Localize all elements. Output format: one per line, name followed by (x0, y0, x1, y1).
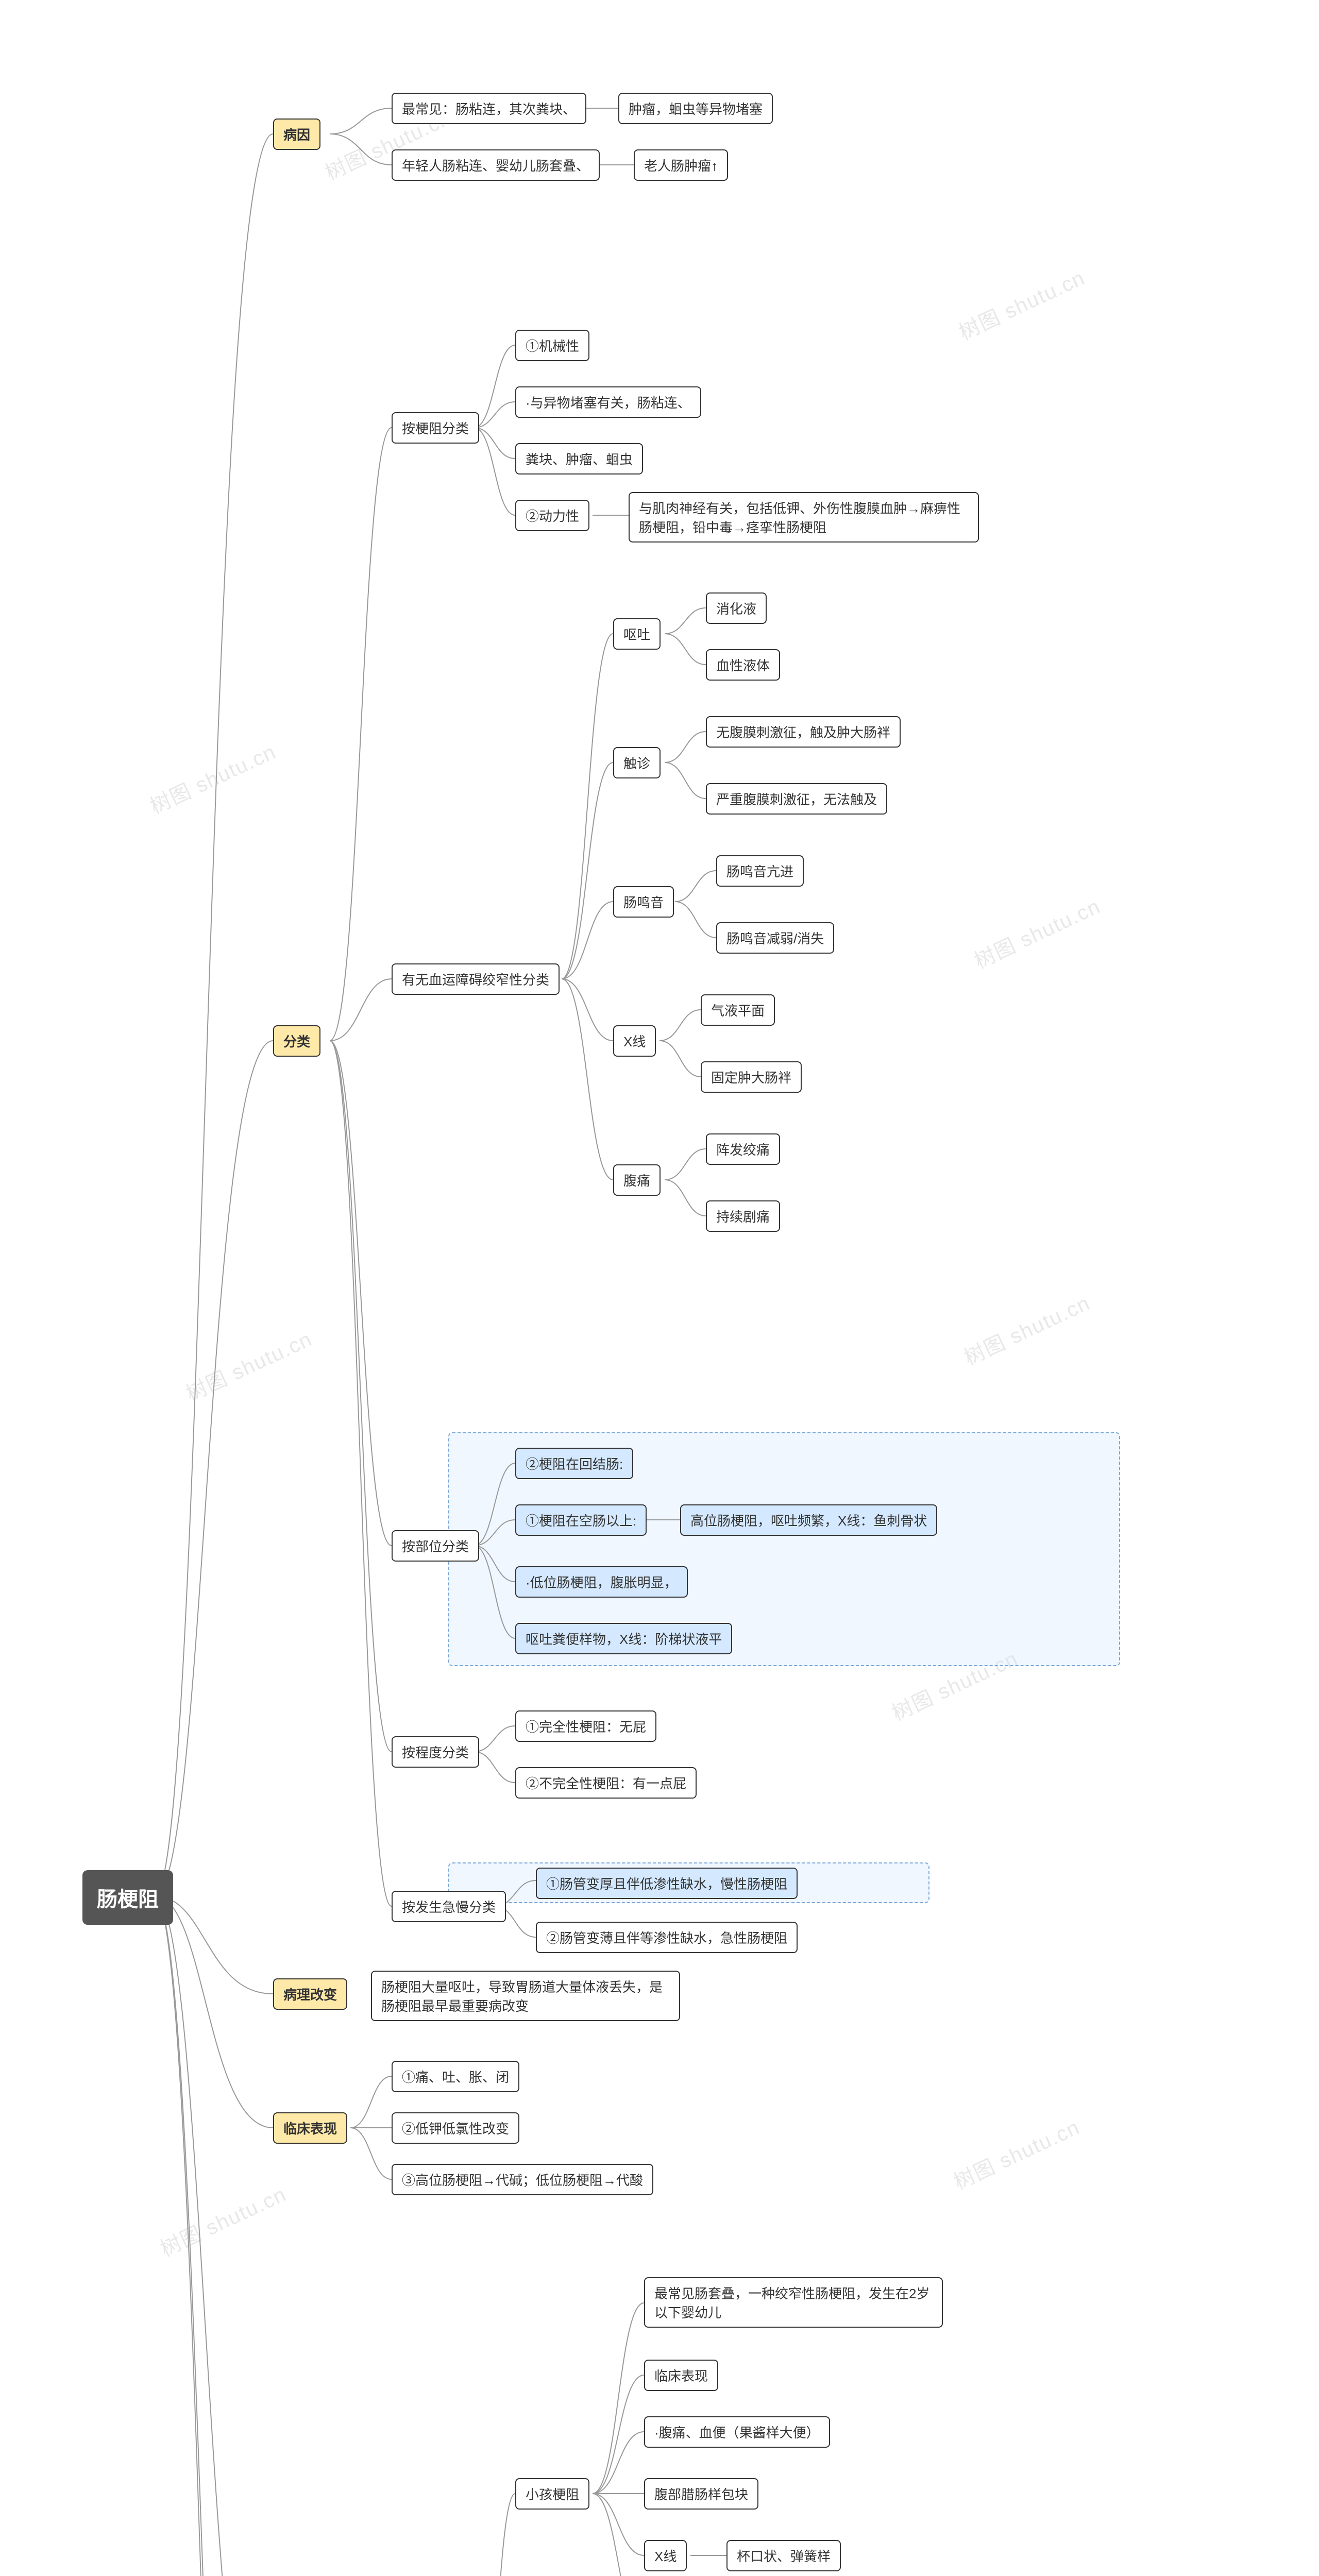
node-loc2b[interactable]: 高位肠梗阻，呕吐频繁，X线：鱼刺骨状 (680, 1504, 937, 1536)
root-node[interactable]: 肠梗阻 (82, 1870, 173, 1925)
node-palp1[interactable]: 无腹膜刺激征，触及肿大肠袢 (706, 716, 901, 748)
node-mech2[interactable]: ·与异物堵塞有关，肠粘连、 (515, 386, 701, 418)
node-child3[interactable]: ·腹痛、血便（果酱样大便） (644, 2416, 830, 2448)
node-cause-a2[interactable]: 肿瘤，蛔虫等异物堵塞 (618, 93, 773, 124)
node-xray[interactable]: X线 (613, 1025, 656, 1057)
node-clin-b[interactable]: ②低钾低氯性改变 (392, 2112, 519, 2144)
node-xray2[interactable]: 固定肿大肠袢 (701, 1061, 802, 1093)
node-child4[interactable]: 腹部腊肠样包块 (644, 2478, 758, 2510)
node-pain[interactable]: 腹痛 (613, 1164, 661, 1196)
node-xray1[interactable]: 气液平面 (701, 994, 775, 1026)
node-vomit1[interactable]: 消化液 (706, 592, 767, 624)
node-loc1[interactable]: ②梗阻在回结肠: (515, 1448, 633, 1479)
node-child[interactable]: 小孩梗阻 (515, 2478, 589, 2510)
node-blood-title[interactable]: 有无血运障碍绞窄性分类 (392, 963, 560, 995)
node-clin-a[interactable]: ①痛、吐、胀、闭 (392, 2061, 519, 2092)
node-child5b[interactable]: 杯口状、弹簧样 (726, 2540, 841, 2571)
node-mech4[interactable]: ②动力性 (515, 500, 589, 531)
node-cause-b[interactable]: 年轻人肠粘连、婴幼儿肠套叠、 (392, 149, 600, 181)
watermark: 树图 shutu.cn (969, 890, 1105, 974)
cat-path[interactable]: 病理改变 (273, 1978, 347, 2010)
cat-class[interactable]: 分类 (273, 1025, 320, 1057)
node-deg2[interactable]: ②不完全性梗阻：有一点屁 (515, 1767, 697, 1799)
watermark: 树图 shutu.cn (958, 1286, 1094, 1371)
node-path-text[interactable]: 肠梗阻大量呕吐，导致胃肠道大量体液丢失，是肠梗阻最早最重要病改变 (371, 1971, 680, 2021)
node-speed1[interactable]: ①肠管变厚且伴低渗性缺水，慢性肠梗阻 (536, 1868, 798, 1899)
watermark: 树图 shutu.cn (948, 2111, 1084, 2195)
node-mech1[interactable]: ①机械性 (515, 330, 589, 361)
node-deg1[interactable]: ①完全性梗阻：无屁 (515, 1710, 656, 1742)
watermark: 树图 shutu.cn (144, 735, 280, 820)
mindmap-canvas: 树图 shutu.cn 树图 shutu.cn 树图 shutu.cn 树图 s… (0, 0, 1319, 2576)
node-cause-b2[interactable]: 老人肠肿瘤↑ (634, 149, 728, 181)
node-mech-title[interactable]: 按梗阻分类 (392, 412, 479, 444)
watermark: 树图 shutu.cn (953, 261, 1089, 346)
node-mech4b[interactable]: 与肌肉神经有关，包括低钾、外伤性腹膜血肿→麻痹性肠梗阻，铅中毒→痉挛性肠梗阻 (629, 492, 979, 543)
node-bowel2[interactable]: 肠鸣音减弱/消失 (716, 922, 834, 954)
cat-cause[interactable]: 病因 (273, 118, 320, 150)
node-cause-a[interactable]: 最常见：肠粘连，其次粪块、 (392, 93, 586, 124)
node-child5[interactable]: X线 (644, 2540, 687, 2571)
node-bowel[interactable]: 肠鸣音 (613, 886, 674, 918)
node-child2[interactable]: 临床表现 (644, 2360, 718, 2391)
node-loc3[interactable]: ·低位肠梗阻，腹胀明显， (515, 1566, 688, 1598)
node-palp2[interactable]: 严重腹膜刺激征，无法触及 (706, 783, 887, 815)
cat-clin[interactable]: 临床表现 (273, 2112, 347, 2144)
watermark: 树图 shutu.cn (180, 1323, 316, 1407)
node-loc-title[interactable]: 按部位分类 (392, 1530, 479, 1562)
node-speed2[interactable]: ②肠管变薄且伴等渗性缺水，急性肠梗阻 (536, 1922, 798, 1953)
node-palp[interactable]: 触诊 (613, 747, 661, 778)
node-vomit2[interactable]: 血性液体 (706, 649, 780, 681)
node-child1[interactable]: 最常见肠套叠，一种绞窄性肠梗阻，发生在2岁以下婴幼儿 (644, 2277, 943, 2328)
node-pain1[interactable]: 阵发绞痛 (706, 1133, 780, 1165)
node-loc2[interactable]: ①梗阻在空肠以上: (515, 1504, 647, 1536)
node-bowel1[interactable]: 肠鸣音亢进 (716, 855, 804, 887)
node-pain2[interactable]: 持续剧痛 (706, 1200, 780, 1232)
watermark: 树图 shutu.cn (155, 2178, 291, 2262)
node-loc4[interactable]: 呕吐粪便样物，X线：阶梯状液平 (515, 1623, 732, 1654)
node-vomit[interactable]: 呕吐 (613, 618, 661, 650)
node-mech3[interactable]: 粪块、肿瘤、蛔虫 (515, 443, 643, 474)
node-clin-c[interactable]: ③高位肠梗阻→代碱；低位肠梗阻→代酸 (392, 2164, 653, 2195)
node-deg-title[interactable]: 按程度分类 (392, 1736, 479, 1768)
node-speed-title[interactable]: 按发生急慢分类 (392, 1891, 506, 1922)
